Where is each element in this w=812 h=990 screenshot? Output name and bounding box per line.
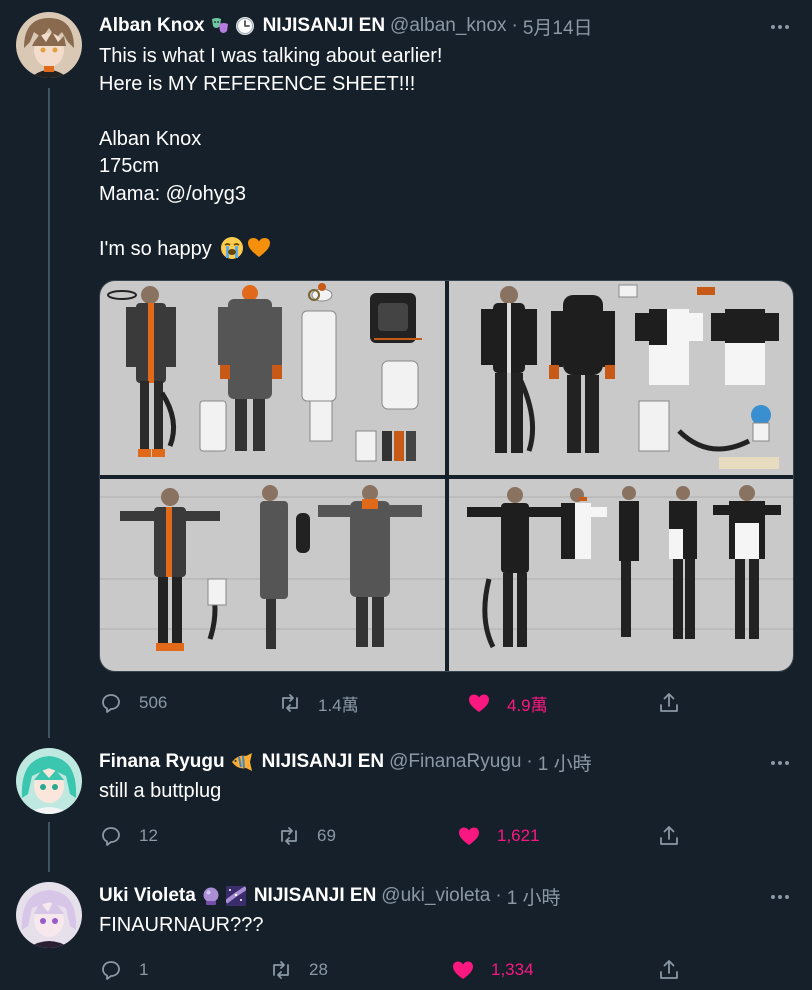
author-handle[interactable]: @alban_knox <box>390 15 506 37</box>
retweet-count: 28 <box>309 960 328 979</box>
performing-arts-icon <box>210 16 230 36</box>
author-agency: NIJISANJI EN <box>253 885 377 906</box>
share-icon <box>660 693 678 712</box>
tweet-text-content: This is what I was talking about earlier… <box>99 45 443 260</box>
retweet-icon <box>273 961 289 979</box>
tweet-actions: 12 69 1,621 <box>99 822 699 850</box>
heart-filled-icon <box>469 694 489 712</box>
like-button[interactable]: 1,621 <box>457 822 540 850</box>
tweet-text: FINAURNAUR??? <box>99 914 264 936</box>
avatar[interactable] <box>16 12 82 78</box>
share-button[interactable] <box>657 956 681 984</box>
more-options-button[interactable] <box>768 885 792 909</box>
tweet-timestamp[interactable]: 1 小時 <box>507 883 561 910</box>
tweet[interactable]: Finana Ryugu NIJISANJI EN @FinanaRyugu ·… <box>0 738 812 868</box>
like-button[interactable]: 4.9萬 <box>467 689 548 717</box>
ellipsis-icon <box>771 761 789 765</box>
author-name[interactable]: Uki Violeta <box>99 885 196 907</box>
like-count: 1,334 <box>491 960 534 979</box>
retweet-button[interactable]: 1.4萬 <box>278 689 359 717</box>
more-options-button[interactable] <box>768 15 792 39</box>
tweet[interactable]: Uki Violeta NIJISANJI EN @uki_violeta · … <box>0 872 812 990</box>
tweet-actions: 1 28 1,334 <box>99 956 699 984</box>
heart-filled-icon <box>453 961 473 979</box>
author-handle[interactable]: @FinanaRyugu <box>389 751 521 773</box>
reply-button[interactable]: 12 <box>99 822 158 850</box>
author-name[interactable]: Finana Ryugu <box>99 751 225 773</box>
crystal-ball-icon <box>201 886 221 906</box>
share-button[interactable] <box>657 822 681 850</box>
orange-heart-icon <box>247 236 271 265</box>
tropical-fish-icon <box>230 752 254 772</box>
avatar[interactable] <box>16 882 82 948</box>
like-count: 4.9萬 <box>507 695 548 715</box>
like-button[interactable]: 1,334 <box>451 956 534 984</box>
separator-dot: · <box>511 15 518 36</box>
reference-sheet-image <box>100 281 793 671</box>
reply-button[interactable]: 1 <box>99 956 148 984</box>
avatar[interactable] <box>16 748 82 814</box>
reply-count: 1 <box>139 960 149 979</box>
ellipsis-icon <box>771 25 789 29</box>
retweet-icon <box>282 694 298 712</box>
milky-way-icon <box>224 886 247 906</box>
retweet-count: 1.4萬 <box>318 695 359 715</box>
loudly-crying-face-icon <box>220 236 244 265</box>
tweet-text: This is what I was talking about earlier… <box>99 43 443 263</box>
clock-icon <box>235 16 255 36</box>
tweet[interactable]: Alban Knox NIJISANJI EN @alban_knox · 5月… <box>0 0 812 730</box>
heart-filled-icon <box>459 827 479 845</box>
author-agency: NIJISANJI EN <box>261 751 385 772</box>
author-agency: NIJISANJI EN <box>262 15 386 36</box>
separator-dot: · <box>495 885 502 906</box>
share-icon <box>660 826 678 845</box>
reply-icon <box>102 961 120 980</box>
like-count: 1,621 <box>497 826 540 845</box>
reply-icon <box>102 827 120 846</box>
retweet-button[interactable]: 28 <box>269 956 328 984</box>
retweet-count: 69 <box>317 826 336 845</box>
reply-count: 12 <box>139 826 158 845</box>
retweet-button[interactable]: 69 <box>277 822 336 850</box>
tweet-timestamp[interactable]: 1 小時 <box>538 749 592 776</box>
reply-button[interactable]: 506 <box>99 689 167 717</box>
share-icon <box>660 960 678 979</box>
author-name[interactable]: Alban Knox <box>99 15 205 37</box>
reply-icon <box>102 694 120 713</box>
media-image[interactable] <box>99 280 794 672</box>
retweet-icon <box>281 827 297 845</box>
ellipsis-icon <box>771 895 789 899</box>
tweet-actions: 506 1.4萬 4.9萬 <box>99 689 699 717</box>
reply-count: 506 <box>139 693 168 712</box>
share-button[interactable] <box>657 689 681 717</box>
separator-dot: · <box>526 751 533 772</box>
author-handle[interactable]: @uki_violeta <box>381 885 490 907</box>
tweet-timestamp[interactable]: 5月14日 <box>523 13 593 40</box>
more-options-button[interactable] <box>768 751 792 775</box>
tweet-text: still a buttplug <box>99 780 222 802</box>
